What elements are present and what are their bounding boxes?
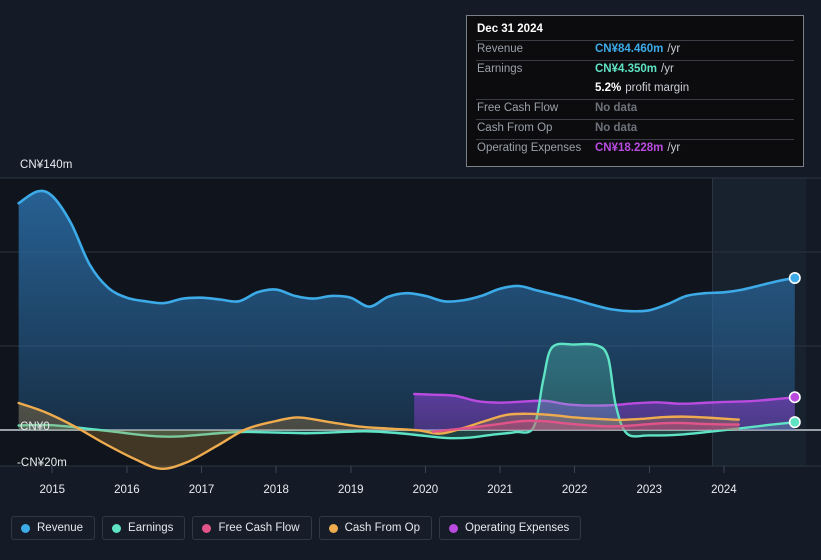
x-axis-label-2022: 2022 bbox=[561, 484, 588, 496]
legend-item-free-cash-flow[interactable]: Free Cash Flow bbox=[192, 516, 312, 540]
chart-tooltip: Dec 31 2024 Revenue CN¥84.460m/yr Earnings… bbox=[466, 15, 804, 167]
x-axis-label-2021: 2021 bbox=[487, 484, 513, 496]
chart-page: CN¥140m CN¥0 -CN¥20m 2015 2016 2017 2018 201… bbox=[0, 0, 821, 560]
tooltip-row-label: Free Cash Flow bbox=[477, 102, 559, 114]
x-axis-label-2015: 2015 bbox=[39, 484, 66, 496]
legend-color-dot-icon bbox=[21, 523, 30, 533]
tooltip-row: Operating Expenses CN¥18.228m/yr bbox=[476, 139, 794, 159]
legend-item-revenue[interactable]: Revenue bbox=[11, 516, 96, 540]
tooltip-row-unit: /yr bbox=[667, 43, 681, 55]
tooltip-row-unit: /yr bbox=[667, 142, 681, 154]
tooltip-row: Cash From Op No data bbox=[476, 119, 794, 139]
x-axis-label-2020: 2020 bbox=[412, 484, 439, 496]
tooltip-row-value: No data bbox=[595, 102, 638, 114]
tooltip-row-value: CN¥18.228m bbox=[595, 142, 664, 154]
x-axis-label-2023: 2023 bbox=[636, 484, 663, 496]
legend-item-label: Free Cash Flow bbox=[218, 522, 300, 534]
legend-item-label: Earnings bbox=[128, 522, 174, 534]
tooltip-row-unit: /yr bbox=[661, 63, 674, 75]
x-axis-label-2018: 2018 bbox=[263, 484, 289, 496]
x-axis-label-2019: 2019 bbox=[337, 484, 364, 496]
y-axis-label-top: CN¥140m bbox=[20, 159, 73, 171]
x-axis-label-2016: 2016 bbox=[114, 484, 140, 496]
tooltip-row: 5.2% profit margin bbox=[476, 80, 794, 99]
tooltip-rows: Revenue CN¥84.460m/yr Earnings CN¥4.350m/yr… bbox=[476, 40, 794, 159]
tooltip-row-label: Cash From Op bbox=[477, 122, 553, 134]
tooltip-row-value: CN¥84.460m bbox=[595, 43, 664, 55]
legend-item-operating-expenses[interactable]: Operating Expenses bbox=[439, 516, 582, 540]
tooltip-row-unit: profit margin bbox=[625, 82, 690, 94]
legend-item-label: Revenue bbox=[37, 522, 84, 534]
x-axis-label-2024: 2024 bbox=[711, 484, 737, 496]
legend-item-cash-from-op[interactable]: Cash From Op bbox=[318, 516, 433, 540]
legend-item-label: Cash From Op bbox=[344, 522, 421, 534]
tooltip-row: Revenue CN¥84.460m/yr bbox=[476, 40, 794, 60]
tooltip-row: Earnings CN¥4.350m/yr bbox=[476, 60, 794, 80]
legend-color-dot-icon bbox=[202, 523, 212, 533]
tooltip-row-label: Earnings bbox=[477, 63, 523, 75]
chart-legend[interactable]: Revenue Earnings Free Cash Flow Cash From O… bbox=[11, 516, 582, 540]
legend-color-dot-icon bbox=[449, 523, 459, 533]
tooltip-row-value: CN¥4.350m bbox=[595, 63, 658, 75]
legend-color-dot-icon bbox=[328, 523, 338, 533]
y-axis-label-zero: CN¥0 bbox=[20, 421, 50, 433]
tooltip-row-value: 5.2% bbox=[595, 82, 622, 94]
y-axis-label-negative: -CN¥20m bbox=[17, 457, 67, 469]
legend-item-label: Operating Expenses bbox=[465, 522, 570, 534]
x-axis-label-2017: 2017 bbox=[188, 484, 215, 496]
legend-color-dot-icon bbox=[112, 523, 122, 533]
tooltip-row-value: No data bbox=[595, 122, 638, 134]
tooltip-row-label: Operating Expenses bbox=[477, 142, 582, 154]
tooltip-date: Dec 31 2024 bbox=[477, 23, 543, 35]
tooltip-row-label: Revenue bbox=[477, 43, 524, 55]
legend-item-earnings[interactable]: Earnings bbox=[102, 516, 186, 540]
tooltip-row: Free Cash Flow No data bbox=[476, 99, 794, 119]
